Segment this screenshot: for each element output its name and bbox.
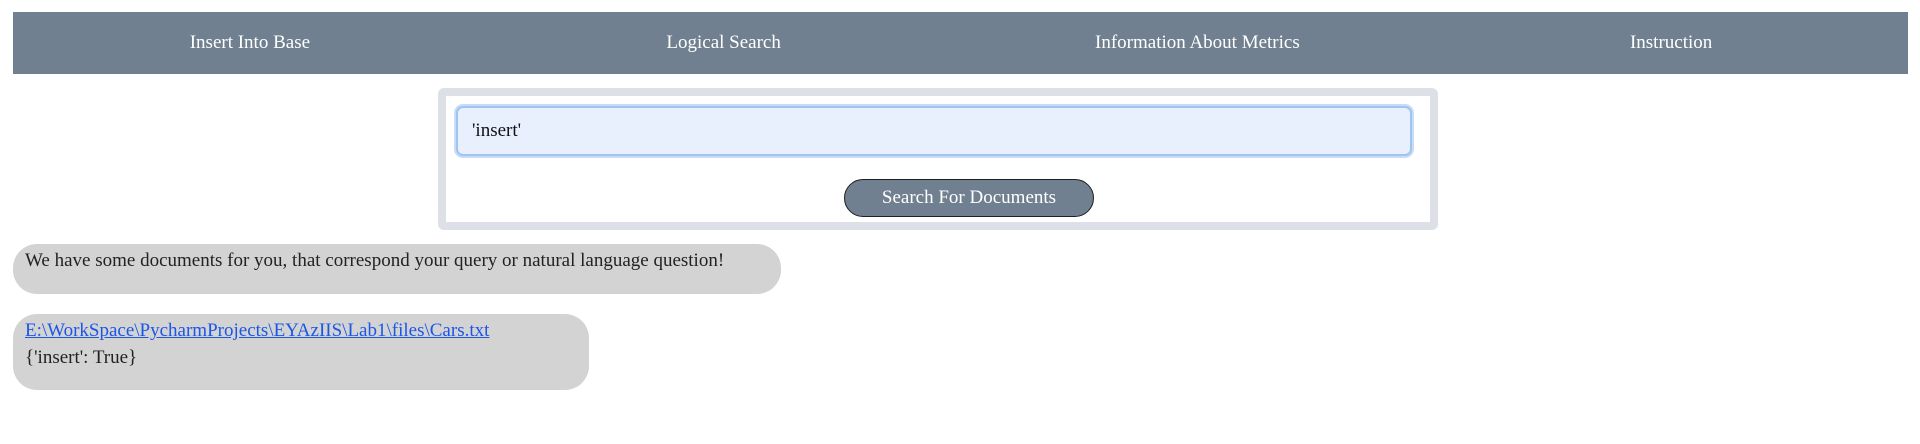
search-form: Search For Documents [438,88,1438,230]
results-message: We have some documents for you, that cor… [13,244,781,294]
search-input[interactable] [456,106,1412,156]
nav-instruction[interactable]: Instruction [1434,32,1908,54]
nav-logical-search[interactable]: Logical Search [487,32,961,54]
result-match-info: {'insert': True} [25,347,138,368]
top-nav: Insert Into Base Logical Search Informat… [13,12,1908,74]
nav-insert-into-base[interactable]: Insert Into Base [13,32,487,54]
result-document-link[interactable]: E:\WorkSpace\PycharmProjects\EYAzIIS\Lab… [25,320,577,342]
nav-information-about-metrics[interactable]: Information About Metrics [961,32,1435,54]
search-documents-button[interactable]: Search For Documents [844,179,1094,217]
result-item: E:\WorkSpace\PycharmProjects\EYAzIIS\Lab… [13,314,589,390]
